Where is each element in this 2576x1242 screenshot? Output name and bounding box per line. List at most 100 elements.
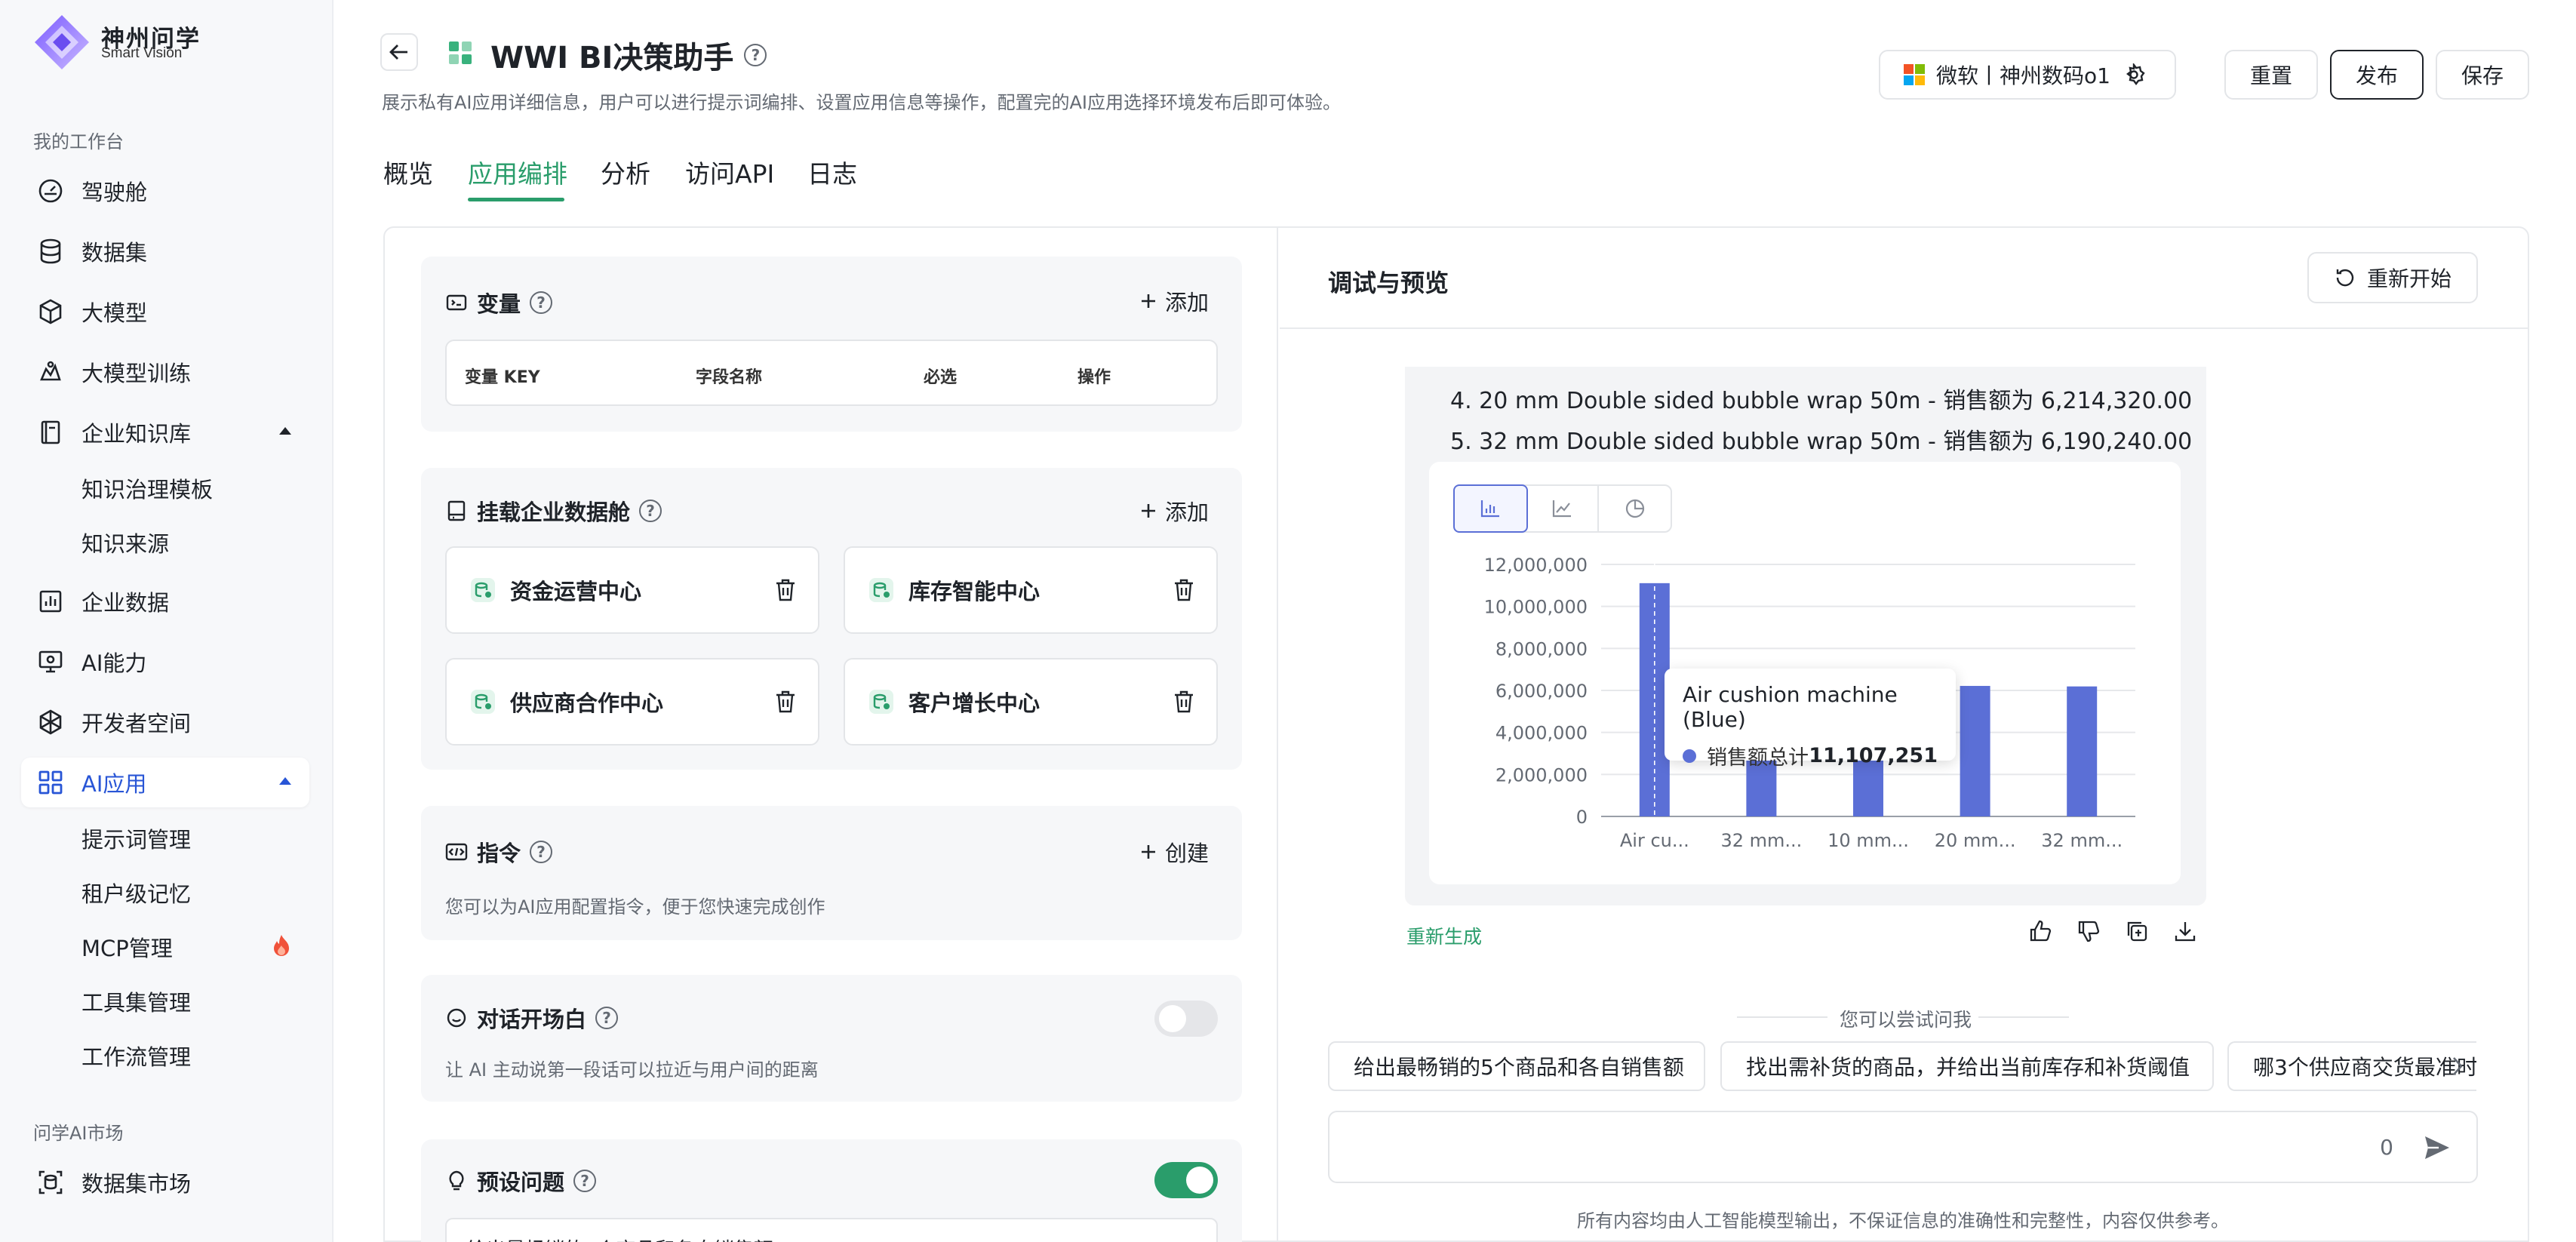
add-variable-button[interactable]: 添加 bbox=[1139, 285, 1209, 317]
regenerate-link[interactable]: 重新生成 bbox=[1406, 922, 1482, 949]
sidebar-item-enterprise-data[interactable]: 企业数据 bbox=[21, 576, 309, 626]
tab-overview[interactable]: 概览 bbox=[383, 154, 433, 190]
chart-type-bar[interactable] bbox=[1453, 484, 1528, 533]
sidebar-item-ai-app[interactable]: AI应用 bbox=[21, 758, 309, 807]
chart-type-line[interactable] bbox=[1526, 486, 1600, 531]
preset-toggle[interactable] bbox=[1154, 1162, 1218, 1198]
trash-icon[interactable] bbox=[774, 578, 797, 602]
save-button[interactable]: 保存 bbox=[2436, 50, 2529, 100]
sidebar-item-developer-space[interactable]: 开发者空间 bbox=[21, 697, 309, 747]
datacabin-tile[interactable]: 资金运营中心 bbox=[445, 546, 819, 634]
sidebar-item-ai-ability[interactable]: AI能力 bbox=[21, 637, 309, 687]
section-title-workspace: 我的工作台 bbox=[33, 131, 124, 152]
preset-title: 预设问题 bbox=[477, 1170, 565, 1195]
sidebar-item-knowledge-base[interactable]: 企业知识库 bbox=[21, 407, 309, 457]
variables-title-wrap: 变量 ? bbox=[445, 287, 553, 318]
app-grid-icon bbox=[448, 41, 472, 65]
preset-question-input[interactable]: 给出最畅销的5个商品和各自销售额 bbox=[445, 1218, 1218, 1242]
create-instruction-button[interactable]: 创建 bbox=[1139, 836, 1209, 868]
suggestion-chip[interactable]: 给出最畅销的5个商品和各自销售额 bbox=[1328, 1041, 1705, 1091]
sidebar-subitem[interactable]: 工具集管理 bbox=[81, 985, 191, 1017]
send-icon[interactable] bbox=[2424, 1135, 2451, 1161]
help-icon[interactable]: ? bbox=[530, 291, 553, 314]
preset-question-text: 给出最畅销的5个商品和各自销售额 bbox=[466, 1234, 773, 1242]
trash-icon[interactable] bbox=[1173, 578, 1195, 602]
publish-button[interactable]: 发布 bbox=[2330, 50, 2424, 100]
gear-icon[interactable] bbox=[2123, 63, 2145, 86]
suggestion-chip[interactable]: 找出需补货的商品，并给出当前库存和补货阈值 bbox=[1720, 1041, 2214, 1091]
datacabin-name: 供应商合作中心 bbox=[510, 690, 664, 716]
copy-icon[interactable] bbox=[2125, 919, 2149, 943]
sidebar-item-model[interactable]: 大模型 bbox=[21, 287, 309, 337]
help-icon[interactable]: ? bbox=[530, 841, 553, 863]
trash-icon[interactable] bbox=[774, 690, 797, 714]
help-icon[interactable]: ? bbox=[639, 500, 662, 522]
chart-type-pie[interactable] bbox=[1599, 486, 1671, 531]
datacabin-title-wrap: 挂载企业数据舱 ? bbox=[445, 495, 662, 527]
tab-api[interactable]: 访问API bbox=[685, 154, 774, 190]
bar-chart-icon bbox=[35, 586, 66, 617]
tooltip-label: 销售额总计 bbox=[1707, 746, 1809, 770]
instructions-title: 指令 bbox=[477, 841, 521, 866]
preview-divider bbox=[1280, 327, 2528, 329]
x-tick-label: Air cu... bbox=[1620, 830, 1689, 851]
chevron-up-icon bbox=[278, 426, 293, 436]
add-datacabin-button[interactable]: 添加 bbox=[1139, 495, 1209, 527]
add-label: 添加 bbox=[1164, 500, 1209, 525]
thumbs-down-icon[interactable] bbox=[2076, 919, 2101, 943]
tab-analysis[interactable]: 分析 bbox=[601, 154, 650, 190]
environment-selector[interactable]: 微软丨神州数码o1 bbox=[1879, 50, 2176, 100]
sidebar-subitem[interactable]: 知识来源 bbox=[81, 527, 169, 558]
sidebar-item-dataset[interactable]: 数据集 bbox=[21, 226, 309, 276]
x-tick-label: 32 mm... bbox=[1720, 830, 1802, 851]
sidebar-item-cockpit[interactable]: 驾驶舱 bbox=[21, 166, 309, 216]
sidebar-subitem[interactable]: 工作流管理 bbox=[81, 1040, 191, 1071]
help-icon[interactable]: ? bbox=[595, 1007, 619, 1029]
back-button[interactable] bbox=[380, 33, 418, 71]
reset-button[interactable]: 重置 bbox=[2224, 50, 2318, 100]
help-icon[interactable]: ? bbox=[573, 1170, 597, 1192]
restart-button[interactable]: 重新开始 bbox=[2307, 252, 2478, 303]
opener-title: 对话开场白 bbox=[477, 1007, 587, 1032]
chat-input[interactable]: 0 bbox=[1328, 1111, 2478, 1183]
opener-toggle[interactable] bbox=[1154, 1001, 1218, 1037]
chevron-right-icon[interactable] bbox=[2451, 1055, 2464, 1078]
y-tick-label: 6,000,000 bbox=[1495, 681, 1588, 702]
page-title-wrap: WWI BI决策助手 ? bbox=[490, 33, 767, 77]
sidebar-item-label: 数据集 bbox=[81, 240, 148, 266]
datacabin-tile[interactable]: 库存智能中心 bbox=[844, 546, 1218, 634]
code-icon bbox=[445, 841, 468, 863]
sidebar-subitem[interactable]: 租户级记忆 bbox=[81, 877, 191, 908]
tab-orchestration[interactable]: 应用编排 bbox=[468, 154, 567, 190]
dataset-market-icon bbox=[35, 1167, 66, 1198]
plus-icon bbox=[1139, 502, 1157, 520]
chevron-up-icon bbox=[278, 776, 293, 786]
cockpit-icon bbox=[35, 175, 66, 207]
datacabin-icon bbox=[868, 688, 895, 715]
page-description: 展示私有AI应用详细信息，用户可以进行提示词编排、设置应用信息等操作，配置完的A… bbox=[382, 92, 1341, 113]
thumbs-up-icon[interactable] bbox=[2028, 919, 2052, 943]
disclaimer: 所有内容均由人工智能模型输出，不保证信息的准确性和完整性，内容仅供参考。 bbox=[1577, 1210, 2229, 1231]
trash-icon[interactable] bbox=[1173, 690, 1195, 714]
sidebar-item-model-training[interactable]: 大模型训练 bbox=[21, 347, 309, 397]
datacabin-name: 资金运营中心 bbox=[510, 579, 642, 604]
y-tick-label: 10,000,000 bbox=[1484, 597, 1588, 618]
suggestion-chip[interactable]: 哪3个供应商交货最准时 bbox=[2227, 1041, 2476, 1091]
column-header: 字段名称 bbox=[696, 368, 763, 387]
tab-logs[interactable]: 日志 bbox=[807, 154, 857, 190]
toggle-knob bbox=[1186, 1167, 1213, 1194]
tooltip-row: 销售额总计 11,107,251 bbox=[1683, 741, 1938, 770]
datacabin-name: 库存智能中心 bbox=[908, 579, 1041, 604]
datacabin-tile[interactable]: 供应商合作中心 bbox=[445, 658, 819, 746]
sidebar-subitem[interactable]: 提示词管理 bbox=[81, 822, 191, 854]
help-icon[interactable]: ? bbox=[744, 44, 767, 66]
datacabin-icon bbox=[868, 576, 895, 604]
variables-card: 变量 ? 添加 变量 KEY 字段名称 必选 操作 bbox=[421, 257, 1242, 432]
sidebar-item-dataset-market[interactable]: 数据集市场 bbox=[21, 1157, 309, 1207]
download-icon[interactable] bbox=[2173, 919, 2197, 943]
sidebar-subitem[interactable]: 知识治理模板 bbox=[81, 472, 213, 504]
sidebar-subitem[interactable]: MCP管理 bbox=[81, 931, 173, 963]
book-icon bbox=[35, 417, 66, 448]
datacabin-tile[interactable]: 客户增长中心 bbox=[844, 658, 1218, 746]
cube-icon bbox=[35, 296, 66, 327]
